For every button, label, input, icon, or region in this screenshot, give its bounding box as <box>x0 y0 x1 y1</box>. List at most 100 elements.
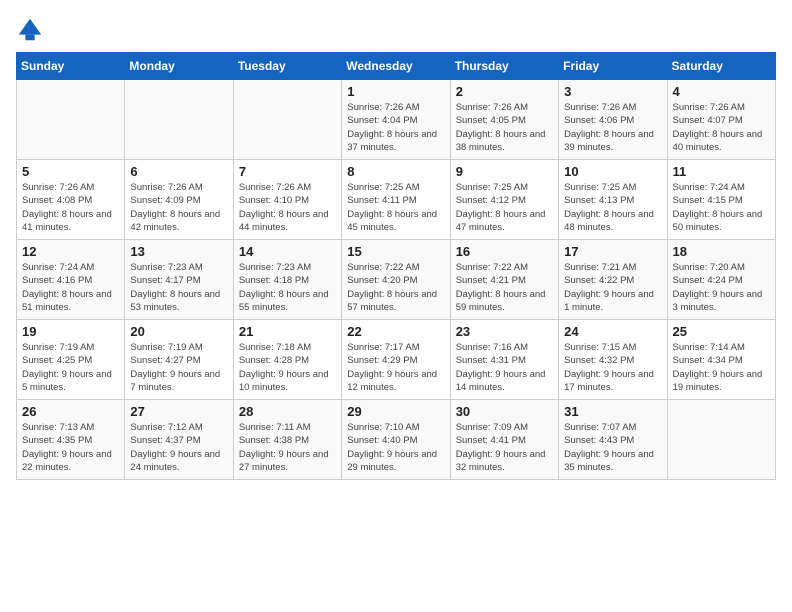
day-number: 24 <box>564 324 661 339</box>
day-info: Sunrise: 7:15 AM Sunset: 4:32 PM Dayligh… <box>564 341 661 394</box>
day-number: 17 <box>564 244 661 259</box>
calendar-cell: 12 Sunrise: 7:24 AM Sunset: 4:16 PM Dayli… <box>17 240 125 320</box>
day-header-saturday: Saturday <box>667 53 775 80</box>
day-number: 4 <box>673 84 770 99</box>
day-number: 6 <box>130 164 227 179</box>
day-number: 26 <box>22 404 119 419</box>
calendar-week-row: 5 Sunrise: 7:26 AM Sunset: 4:08 PM Daylig… <box>17 160 776 240</box>
day-info: Sunrise: 7:22 AM Sunset: 4:21 PM Dayligh… <box>456 261 553 314</box>
calendar-cell: 24 Sunrise: 7:15 AM Sunset: 4:32 PM Dayli… <box>559 320 667 400</box>
calendar-cell: 14 Sunrise: 7:23 AM Sunset: 4:18 PM Dayli… <box>233 240 341 320</box>
day-info: Sunrise: 7:25 AM Sunset: 4:13 PM Dayligh… <box>564 181 661 234</box>
day-number: 21 <box>239 324 336 339</box>
day-info: Sunrise: 7:07 AM Sunset: 4:43 PM Dayligh… <box>564 421 661 474</box>
day-info: Sunrise: 7:26 AM Sunset: 4:09 PM Dayligh… <box>130 181 227 234</box>
calendar-cell: 20 Sunrise: 7:19 AM Sunset: 4:27 PM Dayli… <box>125 320 233 400</box>
page-header <box>16 16 776 44</box>
day-number: 3 <box>564 84 661 99</box>
day-info: Sunrise: 7:25 AM Sunset: 4:12 PM Dayligh… <box>456 181 553 234</box>
day-info: Sunrise: 7:26 AM Sunset: 4:07 PM Dayligh… <box>673 101 770 154</box>
calendar-cell: 2 Sunrise: 7:26 AM Sunset: 4:05 PM Daylig… <box>450 80 558 160</box>
calendar-cell <box>125 80 233 160</box>
calendar-cell: 3 Sunrise: 7:26 AM Sunset: 4:06 PM Daylig… <box>559 80 667 160</box>
day-number: 18 <box>673 244 770 259</box>
day-info: Sunrise: 7:23 AM Sunset: 4:18 PM Dayligh… <box>239 261 336 314</box>
calendar-cell: 25Sunrise: 7:14 AM Sunset: 4:34 PM Dayli… <box>667 320 775 400</box>
day-info: Sunrise: 7:24 AM Sunset: 4:16 PM Dayligh… <box>22 261 119 314</box>
day-info: Sunrise: 7:22 AM Sunset: 4:20 PM Dayligh… <box>347 261 444 314</box>
calendar-cell: 19 Sunrise: 7:19 AM Sunset: 4:25 PM Dayli… <box>17 320 125 400</box>
day-info: Sunrise: 7:16 AM Sunset: 4:31 PM Dayligh… <box>456 341 553 394</box>
calendar-cell: 8 Sunrise: 7:25 AM Sunset: 4:11 PM Daylig… <box>342 160 450 240</box>
calendar-cell: 9 Sunrise: 7:25 AM Sunset: 4:12 PM Daylig… <box>450 160 558 240</box>
day-number: 27 <box>130 404 227 419</box>
day-number: 25 <box>673 324 770 339</box>
calendar-cell <box>233 80 341 160</box>
day-number: 5 <box>22 164 119 179</box>
calendar-cell: 4 Sunrise: 7:26 AM Sunset: 4:07 PM Daylig… <box>667 80 775 160</box>
day-info: Sunrise: 7:26 AM Sunset: 4:10 PM Dayligh… <box>239 181 336 234</box>
calendar-body: 1 Sunrise: 7:26 AM Sunset: 4:04 PM Daylig… <box>17 80 776 480</box>
day-header-tuesday: Tuesday <box>233 53 341 80</box>
day-number: 23 <box>456 324 553 339</box>
calendar-week-row: 26 Sunrise: 7:13 AM Sunset: 4:35 PM Dayli… <box>17 400 776 480</box>
day-number: 10 <box>564 164 661 179</box>
day-number: 13 <box>130 244 227 259</box>
day-header-friday: Friday <box>559 53 667 80</box>
day-info: Sunrise: 7:21 AM Sunset: 4:22 PM Dayligh… <box>564 261 661 314</box>
calendar-cell: 21 Sunrise: 7:18 AM Sunset: 4:28 PM Dayli… <box>233 320 341 400</box>
day-info: Sunrise: 7:25 AM Sunset: 4:11 PM Dayligh… <box>347 181 444 234</box>
calendar-cell: 31 Sunrise: 7:07 AM Sunset: 4:43 PM Dayli… <box>559 400 667 480</box>
day-number: 31 <box>564 404 661 419</box>
logo <box>16 16 48 44</box>
calendar-cell: 30Sunrise: 7:09 AM Sunset: 4:41 PM Dayli… <box>450 400 558 480</box>
day-number: 29 <box>347 404 444 419</box>
day-number: 9 <box>456 164 553 179</box>
day-info: Sunrise: 7:26 AM Sunset: 4:04 PM Dayligh… <box>347 101 444 154</box>
day-header-wednesday: Wednesday <box>342 53 450 80</box>
calendar-cell: 29 Sunrise: 7:10 AM Sunset: 4:40 PM Dayli… <box>342 400 450 480</box>
day-info: Sunrise: 7:26 AM Sunset: 4:06 PM Dayligh… <box>564 101 661 154</box>
calendar-week-row: 19 Sunrise: 7:19 AM Sunset: 4:25 PM Dayli… <box>17 320 776 400</box>
calendar-cell: 23 Sunrise: 7:16 AM Sunset: 4:31 PM Dayli… <box>450 320 558 400</box>
day-header-sunday: Sunday <box>17 53 125 80</box>
day-number: 19 <box>22 324 119 339</box>
day-info: Sunrise: 7:19 AM Sunset: 4:25 PM Dayligh… <box>22 341 119 394</box>
calendar-cell: 11 Sunrise: 7:24 AM Sunset: 4:15 PM Dayli… <box>667 160 775 240</box>
day-info: Sunrise: 7:19 AM Sunset: 4:27 PM Dayligh… <box>130 341 227 394</box>
day-header-thursday: Thursday <box>450 53 558 80</box>
day-info: Sunrise: 7:17 AM Sunset: 4:29 PM Dayligh… <box>347 341 444 394</box>
day-number: 22 <box>347 324 444 339</box>
day-info: Sunrise: 7:13 AM Sunset: 4:35 PM Dayligh… <box>22 421 119 474</box>
calendar-header-row: SundayMondayTuesdayWednesdayThursdayFrid… <box>17 53 776 80</box>
day-number: 14 <box>239 244 336 259</box>
day-info: Sunrise: 7:09 AM Sunset: 4:41 PM Dayligh… <box>456 421 553 474</box>
calendar-cell <box>667 400 775 480</box>
day-number: 8 <box>347 164 444 179</box>
calendar-cell: 10 Sunrise: 7:25 AM Sunset: 4:13 PM Dayli… <box>559 160 667 240</box>
day-info: Sunrise: 7:26 AM Sunset: 4:08 PM Dayligh… <box>22 181 119 234</box>
calendar-cell: 15 Sunrise: 7:22 AM Sunset: 4:20 PM Dayli… <box>342 240 450 320</box>
day-number: 7 <box>239 164 336 179</box>
calendar-cell: 7 Sunrise: 7:26 AM Sunset: 4:10 PM Daylig… <box>233 160 341 240</box>
day-number: 12 <box>22 244 119 259</box>
logo-icon <box>16 16 44 44</box>
day-number: 2 <box>456 84 553 99</box>
calendar-cell: 22 Sunrise: 7:17 AM Sunset: 4:29 PM Dayli… <box>342 320 450 400</box>
day-number: 15 <box>347 244 444 259</box>
day-info: Sunrise: 7:18 AM Sunset: 4:28 PM Dayligh… <box>239 341 336 394</box>
day-number: 16 <box>456 244 553 259</box>
day-info: Sunrise: 7:23 AM Sunset: 4:17 PM Dayligh… <box>130 261 227 314</box>
day-info: Sunrise: 7:10 AM Sunset: 4:40 PM Dayligh… <box>347 421 444 474</box>
calendar-cell: 28Sunrise: 7:11 AM Sunset: 4:38 PM Dayli… <box>233 400 341 480</box>
day-number: 1 <box>347 84 444 99</box>
day-info: Sunrise: 7:11 AM Sunset: 4:38 PM Dayligh… <box>239 421 336 474</box>
day-number: 20 <box>130 324 227 339</box>
day-info: Sunrise: 7:24 AM Sunset: 4:15 PM Dayligh… <box>673 181 770 234</box>
day-info: Sunrise: 7:26 AM Sunset: 4:05 PM Dayligh… <box>456 101 553 154</box>
day-number: 11 <box>673 164 770 179</box>
calendar-week-row: 12 Sunrise: 7:24 AM Sunset: 4:16 PM Dayli… <box>17 240 776 320</box>
calendar-cell: 27Sunrise: 7:12 AM Sunset: 4:37 PM Dayli… <box>125 400 233 480</box>
calendar-cell: 6 Sunrise: 7:26 AM Sunset: 4:09 PM Daylig… <box>125 160 233 240</box>
calendar-cell: 5 Sunrise: 7:26 AM Sunset: 4:08 PM Daylig… <box>17 160 125 240</box>
